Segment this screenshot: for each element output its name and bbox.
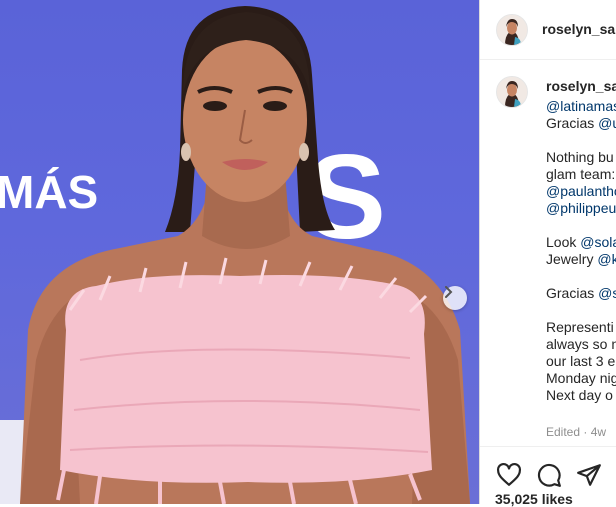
caption-avatar[interactable] bbox=[496, 76, 528, 108]
caption-line: @latinamas bbox=[546, 98, 616, 115]
avatar[interactable] bbox=[496, 14, 528, 46]
caption-username[interactable]: roselyn_sa bbox=[546, 78, 616, 94]
right-earring bbox=[299, 143, 309, 161]
caption-line: @philippeu bbox=[546, 200, 616, 217]
photo-illustration: MÁS S LATIN bbox=[0, 6, 470, 504]
caption-text-segment: Look bbox=[546, 234, 581, 250]
feather-top bbox=[56, 257, 432, 504]
caption-line: Nothing bu bbox=[546, 149, 616, 166]
likes-count[interactable]: 35,025 likes bbox=[495, 491, 573, 507]
caption-text-segment: Representi bbox=[546, 319, 614, 335]
caption-gap bbox=[546, 302, 616, 319]
mention-link[interactable]: @sola bbox=[580, 234, 616, 250]
comment-icon[interactable] bbox=[536, 462, 562, 488]
caption-text-segment: Jewelry bbox=[546, 251, 598, 267]
avatar-image bbox=[497, 77, 527, 107]
chevron-right-icon bbox=[445, 286, 453, 298]
mention-link[interactable]: @paulantho bbox=[546, 183, 616, 199]
caption-line: glam team: bbox=[546, 166, 616, 183]
left-earring bbox=[181, 143, 191, 161]
caption-text-segment: glam team: bbox=[546, 166, 616, 182]
caption-text-segment: our last 3 e bbox=[546, 353, 616, 369]
caption-text-segment: Nothing bu bbox=[546, 149, 614, 165]
avatar-image bbox=[497, 15, 527, 45]
post-meta: Edited · 4w bbox=[546, 425, 606, 439]
caption-text-segment: Gracias bbox=[546, 285, 599, 301]
caption-line: Monday nig bbox=[546, 370, 616, 387]
caption-line: Jewelry @k bbox=[546, 251, 616, 268]
caption-text: @latinamasGracias @uNothing buglam team:… bbox=[546, 98, 616, 404]
meta-separator: · bbox=[583, 425, 591, 439]
post-side-panel: roselyn_sa roselyn_sa @latinamas Gracias … bbox=[479, 0, 616, 504]
caption-gap bbox=[546, 132, 616, 149]
caption-line: @paulantho bbox=[546, 183, 616, 200]
caption-line: always so n bbox=[546, 336, 616, 353]
caption-line: our last 3 e bbox=[546, 353, 616, 370]
mention-link[interactable]: @k bbox=[597, 251, 616, 267]
caption-text-segment: Monday nig bbox=[546, 370, 616, 386]
backdrop-logo-left: MÁS bbox=[0, 166, 98, 218]
mention-link[interactable]: @latinamas bbox=[546, 98, 616, 114]
post-header: roselyn_sa bbox=[480, 0, 616, 60]
next-photo-button[interactable] bbox=[443, 286, 467, 310]
mention-link[interactable]: @philippeu bbox=[546, 200, 616, 216]
caption-line: Next day o bbox=[546, 387, 616, 404]
share-icon[interactable] bbox=[576, 462, 602, 488]
mention-link[interactable]: @s bbox=[598, 285, 616, 301]
post-photo: MÁS S LATIN bbox=[0, 0, 479, 504]
face bbox=[183, 38, 307, 202]
edited-label: Edited bbox=[546, 425, 581, 439]
left-eye bbox=[203, 101, 227, 111]
right-eye bbox=[263, 101, 287, 111]
caption-line: Representi bbox=[546, 319, 616, 336]
post-age[interactable]: 4w bbox=[591, 425, 606, 439]
heart-icon[interactable] bbox=[496, 462, 522, 488]
caption-line: Gracias @u bbox=[546, 115, 616, 132]
mention-link[interactable]: @u bbox=[598, 115, 616, 131]
caption-line: Gracias @s bbox=[546, 285, 616, 302]
caption-text-segment: always so n bbox=[546, 336, 616, 352]
caption-gap bbox=[546, 268, 616, 285]
header-username[interactable]: roselyn_sa bbox=[542, 21, 615, 37]
caption-text-segment: Next day o bbox=[546, 387, 613, 403]
caption-text-segment: Gracias bbox=[546, 115, 599, 131]
caption-gap bbox=[546, 217, 616, 234]
caption-line: Look @sola bbox=[546, 234, 616, 251]
